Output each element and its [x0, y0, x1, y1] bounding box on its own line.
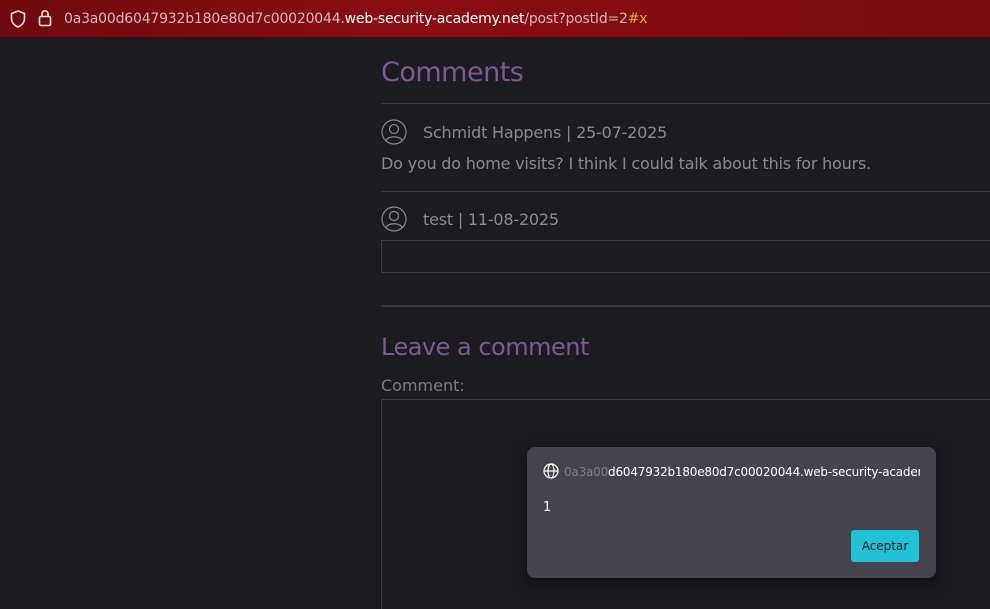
url-host: web-security-academy.net	[344, 11, 525, 27]
divider	[381, 103, 990, 104]
accept-button[interactable]: Aceptar	[851, 530, 919, 562]
comment-header: Schmidt Happens | 25-07-2025	[381, 119, 667, 145]
comment-label: Comment:	[381, 376, 465, 395]
url-bar[interactable]: 0a3a00d6047932b180e80d7c00020044.web-sec…	[0, 0, 990, 38]
divider	[381, 191, 990, 192]
leave-comment-title: Leave a comment	[381, 333, 589, 361]
url-hash: #x	[627, 11, 648, 27]
comment-body: Do you do home visits? I think I could t…	[381, 154, 871, 173]
comment-author-date: Schmidt Happens | 25-07-2025	[423, 122, 668, 142]
comment-author-date: test | 11-08-2025	[423, 209, 559, 229]
avatar-icon	[381, 119, 407, 145]
alert-dialog: 0a3a00d6047932b180e80d7c00020044.web-sec…	[527, 447, 936, 578]
comment-header: test | 11-08-2025	[381, 206, 559, 232]
globe-icon	[543, 463, 559, 479]
comment-body-box	[381, 240, 990, 273]
alert-origin: 0a3a00d6047932b180e80d7c00020044.web-sec…	[564, 465, 920, 479]
url-text[interactable]: 0a3a00d6047932b180e80d7c00020044.web-sec…	[64, 11, 648, 27]
divider	[381, 305, 990, 307]
alert-message: 1	[543, 500, 552, 515]
avatar-icon	[381, 206, 407, 232]
lock-icon[interactable]	[38, 9, 52, 27]
comments-title: Comments	[381, 57, 524, 88]
alert-origin-faded: 0a3a00	[564, 465, 609, 479]
url-path: /post?postId=2	[524, 11, 628, 27]
alert-origin-main: d6047932b180e80d7c00020044.web-security-…	[608, 465, 920, 479]
shield-icon[interactable]	[10, 10, 26, 28]
url-prefix: 0a3a00d6047932b180e80d7c00020044.	[64, 11, 345, 27]
